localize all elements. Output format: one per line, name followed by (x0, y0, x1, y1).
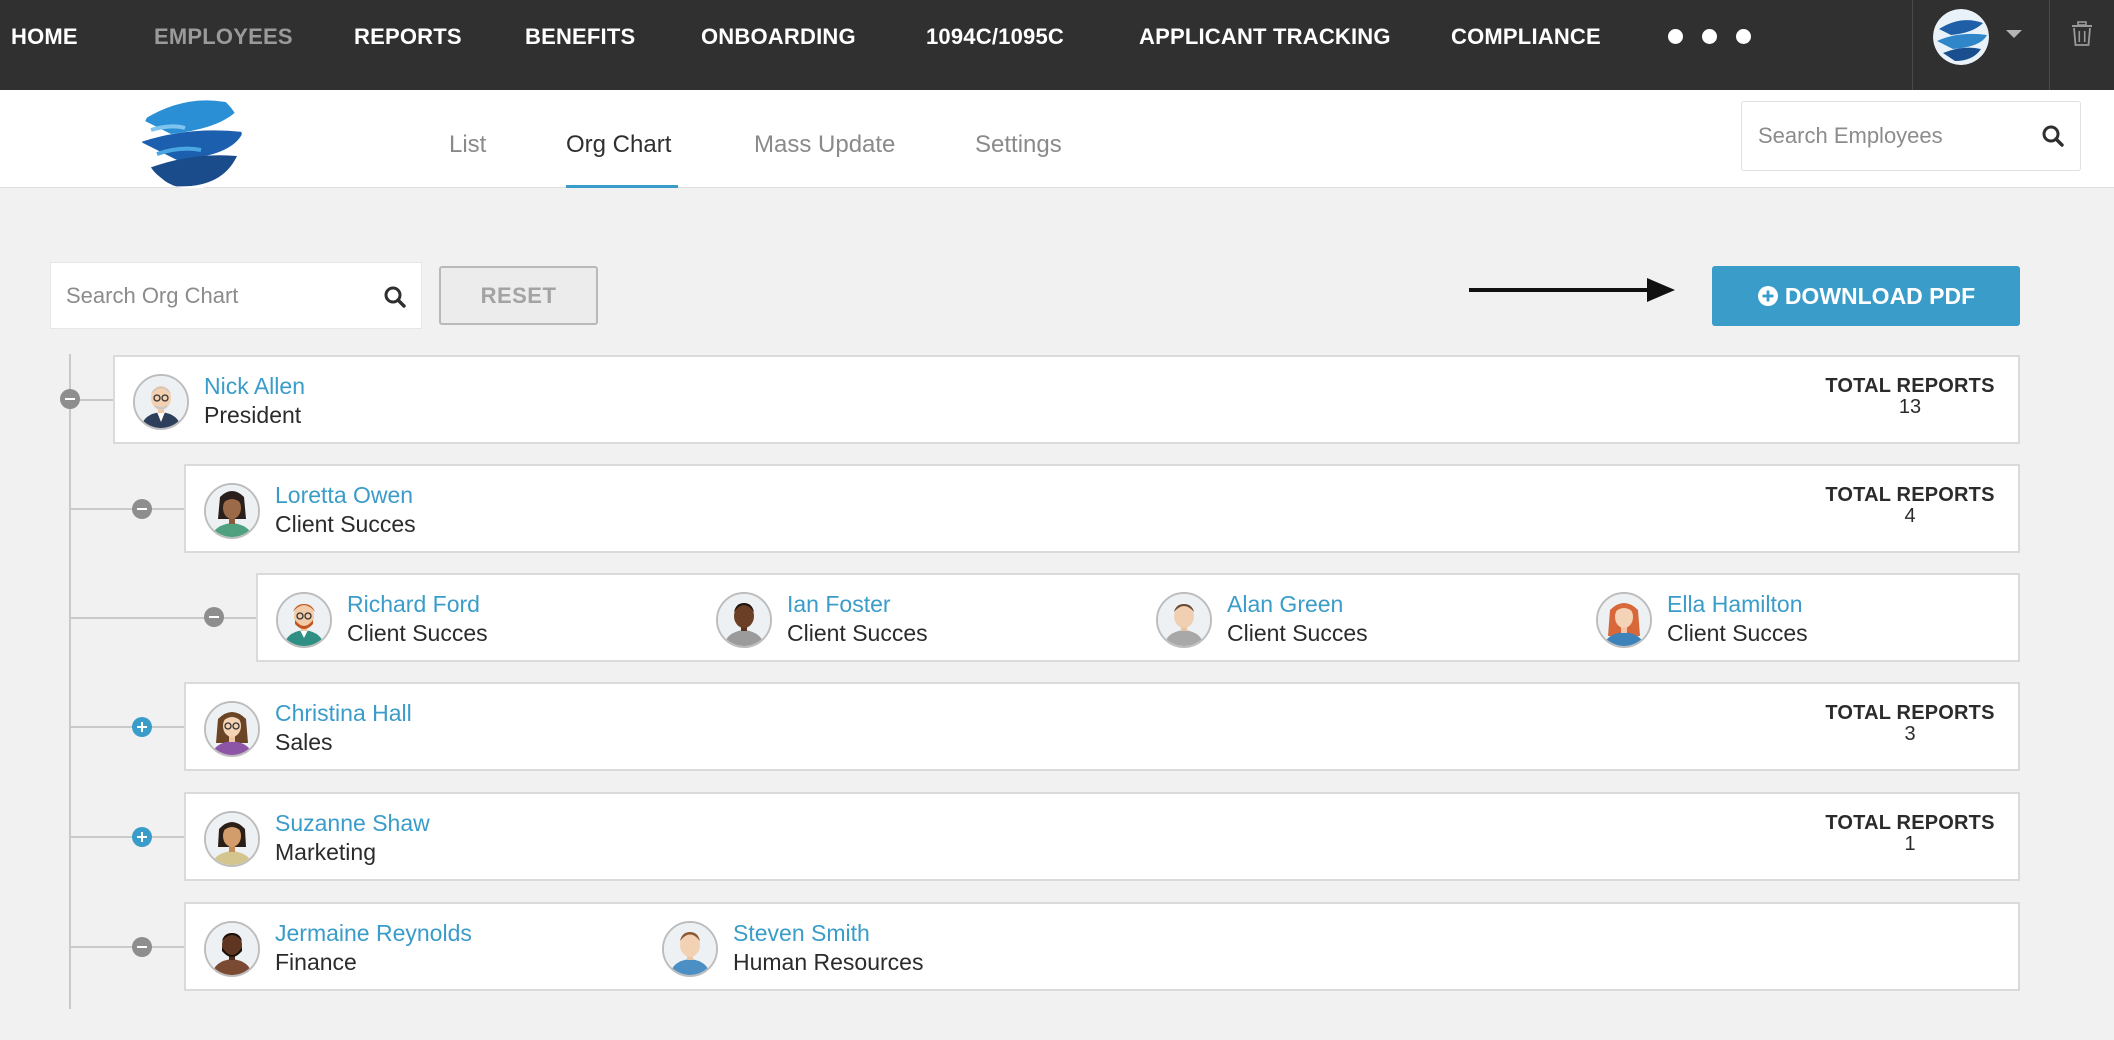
employee-title: President (204, 402, 302, 428)
employee-title: Client Succes (347, 620, 488, 646)
nav-divider (2049, 0, 2050, 90)
org-card-president[interactable]: Nick Allen President TOTAL REPORTS 13 (113, 355, 2020, 444)
tree-connector-line (71, 726, 184, 728)
total-reports-count: 4 (1904, 505, 1916, 527)
user-avatar-globe-icon[interactable] (1933, 9, 1989, 65)
total-reports-label: TOTAL REPORTS (1825, 702, 1995, 724)
total-reports-label: TOTAL REPORTS (1825, 812, 1995, 834)
download-pdf-label: DOWNLOAD PDF (1784, 282, 1976, 309)
avatar (204, 483, 260, 539)
employee-name-link[interactable]: Steven Smith (733, 920, 870, 947)
nav-reports[interactable]: REPORTS (354, 24, 462, 50)
nav-compliance[interactable]: COMPLIANCE (1451, 24, 1601, 50)
employee-title: Sales (275, 729, 333, 755)
dot-icon (1736, 29, 1751, 44)
avatar (276, 592, 332, 648)
org-card-suzanne-shaw[interactable]: Suzanne Shaw Marketing TOTAL REPORTS 1 (184, 792, 2020, 881)
employee-title: Human Resources (733, 949, 924, 975)
nav-onboarding[interactable]: ONBOARDING (701, 24, 856, 50)
total-reports-count: 1 (1904, 833, 1916, 855)
employee-title: Marketing (275, 839, 376, 865)
tree-connector-line (71, 508, 184, 510)
nav-applicant-tracking[interactable]: APPLICANT TRACKING (1139, 24, 1391, 50)
chevron-down-icon[interactable] (2006, 30, 2022, 38)
dot-icon (1668, 29, 1683, 44)
org-card-team-group: Richard Ford Client Succes Ian Foster Cl… (256, 573, 2020, 662)
avatar (133, 374, 189, 430)
tab-list[interactable]: List (449, 131, 486, 159)
expand-plus-icon[interactable] (132, 717, 152, 737)
tree-connector-line (71, 617, 256, 619)
search-icon[interactable] (384, 286, 406, 313)
employee-name-link[interactable]: Richard Ford (347, 591, 480, 618)
employee-name-link[interactable]: Ella Hamilton (1667, 591, 1803, 618)
employee-title: Client Succes (1227, 620, 1368, 646)
employee-name-link[interactable]: Christina Hall (275, 700, 412, 727)
collapse-minus-icon[interactable] (204, 607, 224, 627)
employee-search-box (1741, 101, 2081, 171)
employee-name-link[interactable]: Suzanne Shaw (275, 810, 430, 837)
org-card-group: Jermaine Reynolds Finance Steven Smith H… (184, 902, 2020, 991)
tab-mass-update[interactable]: Mass Update (754, 131, 895, 159)
employee-name-link[interactable]: Loretta Owen (275, 482, 413, 509)
org-card-christina-hall[interactable]: Christina Hall Sales TOTAL REPORTS 3 (184, 682, 2020, 771)
employee-name-link[interactable]: Ian Foster (787, 591, 891, 618)
avatar (662, 921, 718, 977)
avatar (1156, 592, 1212, 648)
total-reports-label: TOTAL REPORTS (1825, 484, 1995, 506)
tab-org-chart[interactable]: Org Chart (566, 131, 671, 159)
tree-connector-line (71, 946, 184, 948)
org-card-loretta-owen[interactable]: Loretta Owen Client Succes TOTAL REPORTS… (184, 464, 2020, 553)
avatar (204, 701, 260, 757)
total-reports: TOTAL REPORTS 13 (1820, 375, 2000, 417)
nav-benefits[interactable]: BENEFITS (525, 24, 635, 50)
more-menu-button[interactable] (1668, 29, 1751, 44)
expand-plus-icon[interactable] (132, 827, 152, 847)
employee-title: Client Succes (275, 511, 416, 537)
total-reports-count: 3 (1904, 723, 1916, 745)
total-reports-count: 13 (1898, 396, 1922, 418)
collapse-minus-icon[interactable] (132, 499, 152, 519)
org-chart-search-box (50, 262, 422, 329)
employee-title: Finance (275, 949, 357, 975)
collapse-minus-icon[interactable] (60, 389, 80, 409)
tree-connector-line (71, 836, 184, 838)
sub-header: List Org Chart Mass Update Settings (0, 89, 2114, 189)
reset-button[interactable]: RESET (439, 266, 598, 325)
employee-search-input[interactable] (1758, 116, 2028, 156)
avatar (716, 592, 772, 648)
nav-home[interactable]: HOME (11, 24, 78, 50)
employee-title: Client Succes (787, 620, 928, 646)
top-navigation-bar: HOME EMPLOYEES REPORTS BENEFITS ONBOARDI… (0, 0, 2114, 90)
search-icon[interactable] (2042, 125, 2064, 152)
total-reports: TOTAL REPORTS 1 (1820, 812, 2000, 854)
nav-1094c-1095c[interactable]: 1094C/1095C (926, 24, 1064, 50)
plus-circle-icon (1757, 285, 1779, 307)
dot-icon (1702, 29, 1717, 44)
employee-title: Client Succes (1667, 620, 1808, 646)
arrow-right-icon (1469, 275, 1675, 310)
total-reports: TOTAL REPORTS 4 (1820, 484, 2000, 526)
trash-icon[interactable] (2071, 21, 2093, 52)
org-chart-search-input[interactable] (66, 277, 366, 315)
total-reports-label: TOTAL REPORTS (1825, 375, 1995, 397)
nav-divider (1912, 0, 1913, 90)
employee-name-link[interactable]: Nick Allen (204, 373, 305, 400)
employee-name-link[interactable]: Jermaine Reynolds (275, 920, 472, 947)
active-tab-indicator (566, 185, 678, 188)
total-reports: TOTAL REPORTS 3 (1820, 702, 2000, 744)
avatar (1596, 592, 1652, 648)
company-logo-globe-icon[interactable] (141, 89, 243, 189)
collapse-minus-icon[interactable] (132, 937, 152, 957)
nav-employees[interactable]: EMPLOYEES (154, 24, 293, 50)
tab-settings[interactable]: Settings (975, 131, 1062, 159)
avatar (204, 811, 260, 867)
employee-name-link[interactable]: Alan Green (1227, 591, 1343, 618)
avatar (204, 921, 260, 977)
tree-connector-line (69, 354, 71, 1009)
download-pdf-button[interactable]: DOWNLOAD PDF (1712, 266, 2020, 326)
